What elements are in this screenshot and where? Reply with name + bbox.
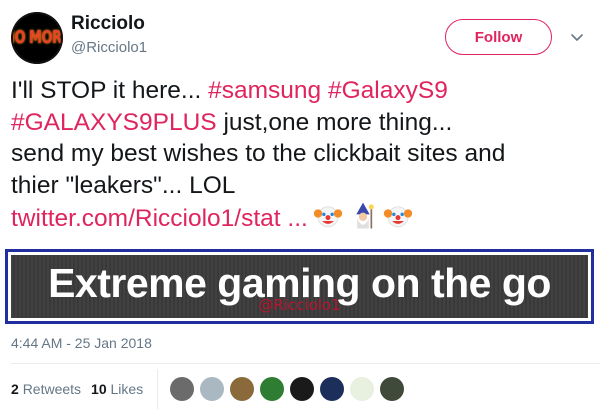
likes-stat[interactable]: 10 Likes: [91, 381, 143, 397]
hashtag-galaxys9[interactable]: #GalaxyS9: [328, 77, 448, 104]
tweet-line-4: thier "leakers"... LOL: [11, 171, 236, 199]
divider: [11, 363, 600, 364]
media-watermark: @Ricciolo1: [258, 296, 341, 314]
liker-avatar-7[interactable]: [350, 377, 374, 401]
liker-avatar-6[interactable]: [320, 377, 344, 401]
hashtag-samsung[interactable]: #samsung: [208, 77, 321, 104]
user-handle[interactable]: @Ricciolo1: [71, 39, 147, 56]
tweet-media[interactable]: Extreme gaming on the go @Ricciolo1: [5, 249, 594, 324]
liker-avatars: [170, 377, 410, 401]
display-name[interactable]: Ricciolo: [71, 13, 145, 35]
liker-avatar-8[interactable]: [380, 377, 404, 401]
tweet-link[interactable]: twitter.com/Ricciolo1/stat ...: [11, 205, 308, 232]
tweet-line-2: #GALAXYS9PLUS just,one more thing...: [11, 108, 453, 136]
hashtag-galaxys9plus[interactable]: #GALAXYS9PLUS: [11, 109, 217, 136]
liker-avatar-1[interactable]: [170, 377, 194, 401]
tweet-line-1: I'll STOP it here... #samsung #GalaxyS9: [11, 77, 448, 104]
follow-button[interactable]: Follow: [445, 19, 552, 55]
tweet-line-3: send my best wishes to the clickbait sit…: [11, 140, 506, 167]
tweet-stats: 2 Retweets 10 Likes: [11, 381, 153, 397]
user-avatar[interactable]: NO MORE: [11, 12, 63, 64]
stats-divider: [157, 369, 158, 409]
liker-avatar-4[interactable]: [260, 377, 284, 401]
clown-face-icon: [313, 206, 342, 228]
liker-avatar-5[interactable]: [290, 377, 314, 401]
tweet-timestamp[interactable]: 4:44 AM - 25 Jan 2018: [11, 335, 152, 351]
liker-avatar-2[interactable]: [200, 377, 224, 401]
chevron-down-icon[interactable]: [568, 28, 586, 46]
tweet-line-5: twitter.com/Ricciolo1/stat ...: [11, 201, 597, 233]
clown-face-icon: [383, 206, 412, 228]
mage-icon: [356, 202, 374, 229]
retweets-stat[interactable]: 2 Retweets: [11, 381, 81, 397]
media-image: Extreme gaming on the go @Ricciolo1: [11, 255, 588, 318]
liker-avatar-3[interactable]: [230, 377, 254, 401]
tweet-text: I'll STOP it here... #samsung #GalaxyS9 …: [11, 75, 597, 233]
